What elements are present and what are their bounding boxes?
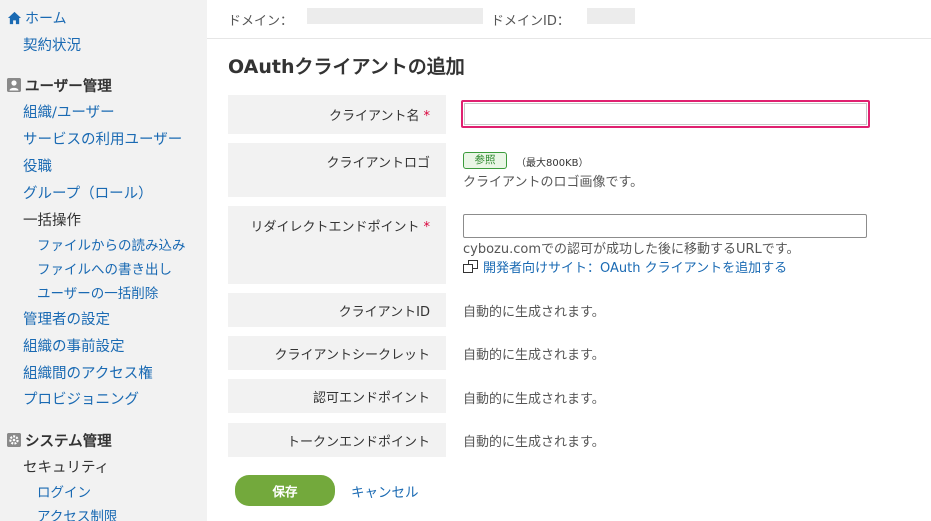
sidebar-subsection-bulk: 一括操作 (23, 213, 81, 229)
redirect-endpoint-description: cybozu.comでの認可が成功した後に移動するURLです。 (463, 242, 800, 257)
client-id-label: クライアントID (338, 305, 430, 320)
client-logo-description: クライアントのロゴ画像です。 (463, 175, 644, 190)
redirect-endpoint-label-cell: リダイレクトエンドポイント * (228, 206, 446, 284)
user-icon (7, 78, 21, 92)
header-bar: ドメイン： ドメインID： (207, 0, 931, 39)
token-endpoint-label-cell: トークンエンドポイント (228, 423, 446, 457)
page-title: OAuthクライアントの追加 (228, 56, 465, 78)
sidebar-section-system-management: システム管理 (7, 431, 112, 450)
sidebar-item-roles[interactable]: 役職 (23, 158, 52, 176)
auth-endpoint-label-cell: 認可エンドポイント (228, 379, 446, 413)
sidebar-item-org-presettings[interactable]: 組織の事前設定 (23, 338, 125, 356)
home-icon (7, 11, 22, 25)
auth-endpoint-value: 自動的に生成されます。 (463, 392, 605, 407)
client-name-input[interactable] (461, 100, 870, 128)
domain-label: ドメイン： (228, 14, 294, 29)
domain-id-value-redacted (587, 8, 635, 24)
sidebar-item-contract[interactable]: 契約状況 (23, 37, 81, 55)
client-secret-label: クライアントシークレット (274, 348, 430, 363)
sidebar-item-bulk-delete[interactable]: ユーザーの一括削除 (37, 285, 158, 303)
client-name-label: クライアント名 (329, 109, 420, 124)
domain-id-label: ドメインID： (491, 14, 570, 29)
sidebar-section-label: ユーザー管理 (25, 78, 112, 95)
client-name-label-cell: クライアント名 * (228, 95, 446, 134)
redirect-endpoint-label: リダイレクトエンドポイント (250, 220, 420, 235)
browse-logo-button[interactable]: 参照 (463, 152, 507, 169)
required-mark: * (423, 220, 431, 235)
sidebar-item-inter-org-access[interactable]: 組織間のアクセス権 (23, 365, 153, 383)
token-endpoint-label: トークンエンドポイント (286, 435, 430, 450)
sidebar-item-service-users[interactable]: サービスの利用ユーザー (23, 131, 182, 149)
sidebar-item-admin-settings[interactable]: 管理者の設定 (23, 311, 110, 329)
required-mark: * (423, 109, 431, 124)
sidebar: ホーム 契約状況 ユーザー管理 組織/ユーザー サービスの利用ユーザー 役職 グ… (0, 0, 207, 521)
client-logo-label: クライアントロゴ (326, 156, 430, 171)
client-id-value: 自動的に生成されます。 (463, 305, 605, 320)
sidebar-item-groups[interactable]: グループ（ロール） (23, 185, 153, 203)
token-endpoint-value: 自動的に生成されます。 (463, 435, 605, 450)
sidebar-section-user-management: ユーザー管理 (7, 76, 112, 95)
sidebar-subsection-security: セキュリティ (23, 460, 110, 476)
sidebar-item-org-users[interactable]: 組織/ユーザー (23, 104, 115, 122)
client-secret-label-cell: クライアントシークレット (228, 336, 446, 370)
sidebar-item-provisioning[interactable]: プロビジョニング (23, 391, 139, 409)
sidebar-home-label: ホーム (25, 11, 67, 27)
auth-endpoint-label: 認可エンドポイント (312, 391, 430, 406)
developer-site-link-label: 開発者向けサイト：OAuth クライアントを追加する (483, 261, 788, 276)
cancel-link[interactable]: キャンセル (351, 481, 419, 501)
sidebar-item-login[interactable]: ログイン (37, 484, 91, 502)
client-secret-value: 自動的に生成されます。 (463, 348, 605, 363)
client-logo-label-cell: クライアントロゴ (228, 143, 446, 197)
sidebar-item-import-file[interactable]: ファイルからの読み込み (37, 237, 186, 255)
save-button[interactable]: 保存 (235, 475, 335, 506)
external-window-icon (463, 259, 479, 274)
sidebar-item-access-restriction[interactable]: アクセス制限 (37, 508, 117, 521)
sidebar-home-link[interactable]: ホーム (7, 9, 67, 27)
developer-site-link[interactable]: 開発者向けサイト：OAuth クライアントを追加する (463, 257, 787, 276)
redirect-endpoint-input[interactable] (463, 214, 867, 238)
gear-icon (7, 433, 21, 447)
domain-value-redacted (307, 8, 483, 24)
sidebar-section-label: システム管理 (25, 433, 112, 450)
client-id-label-cell: クライアントID (228, 293, 446, 327)
logo-max-size: （最大800KB） (516, 158, 589, 169)
sidebar-item-export-file[interactable]: ファイルへの書き出し (37, 261, 172, 279)
